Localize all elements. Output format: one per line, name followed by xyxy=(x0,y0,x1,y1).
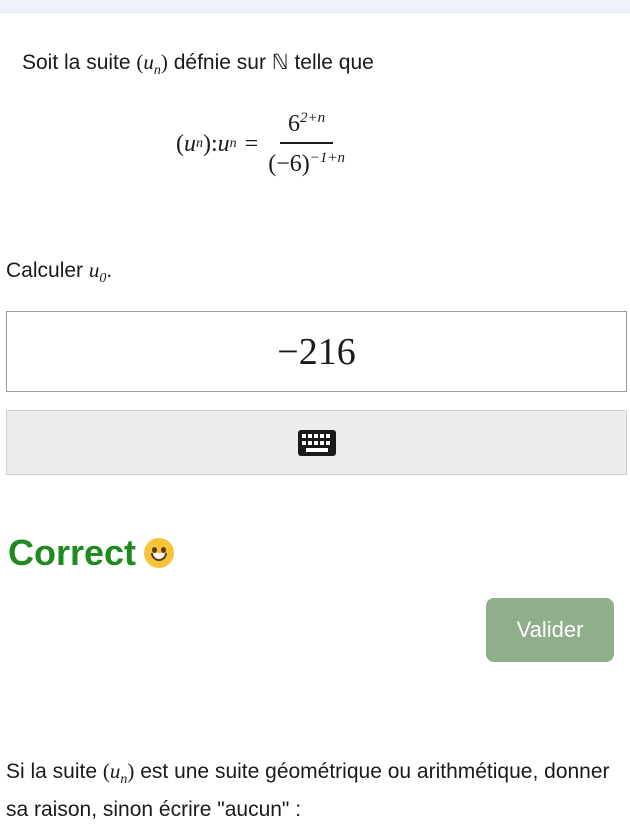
next-question-start: Si la suite xyxy=(6,760,103,783)
numerator-base: 6 xyxy=(288,111,301,137)
next-question-variable: u xyxy=(109,759,121,783)
answer-input[interactable]: −216 xyxy=(6,311,627,392)
formula-fraction: 62+n (−6)−1+n xyxy=(268,110,345,178)
statement-text-start: Soit la suite xyxy=(22,51,137,74)
numerator-exponent: 2+n xyxy=(300,110,326,126)
sequence-index: n xyxy=(153,63,161,79)
formula-lhs-var: u xyxy=(184,130,196,157)
fraction-denominator: (−6)−1+n xyxy=(268,144,345,178)
prompt-text: Calculer xyxy=(6,259,89,282)
formula-term-var: u xyxy=(217,130,230,157)
smiley-icon xyxy=(144,538,175,568)
problem-statement: Soit la suite (un) défnie sur ℕ telle qu… xyxy=(22,50,374,79)
prompt-end: . xyxy=(106,259,113,282)
feedback-message: Correct xyxy=(8,532,175,574)
statement-text-end: défnie sur ℕ telle que xyxy=(167,51,374,74)
formula-equals: = xyxy=(244,130,259,157)
virtual-keyboard-toggle[interactable] xyxy=(6,410,627,475)
prompt-variable: u xyxy=(88,258,100,282)
formula-lhs-index: n xyxy=(196,136,203,151)
submit-button[interactable]: Valider xyxy=(486,598,614,662)
next-question: Si la suite (un) est une suite géométriq… xyxy=(6,759,610,822)
top-bar xyxy=(0,0,630,13)
keyboard-icon xyxy=(297,429,336,456)
fraction-numerator: 62+n xyxy=(280,110,334,144)
feedback-text: Correct xyxy=(8,532,137,573)
answer-value: −216 xyxy=(277,330,356,373)
formula-term-index: n xyxy=(229,136,237,151)
denominator-exponent: −1+n xyxy=(309,150,345,166)
sequence-variable: u xyxy=(143,50,154,74)
sequence-formula: (u n) : un = 62+n (−6)−1+n xyxy=(176,110,345,178)
denominator-base: (−6) xyxy=(268,151,310,177)
question-prompt: Calculer u0. xyxy=(6,258,112,287)
formula-colon: : xyxy=(211,130,218,157)
